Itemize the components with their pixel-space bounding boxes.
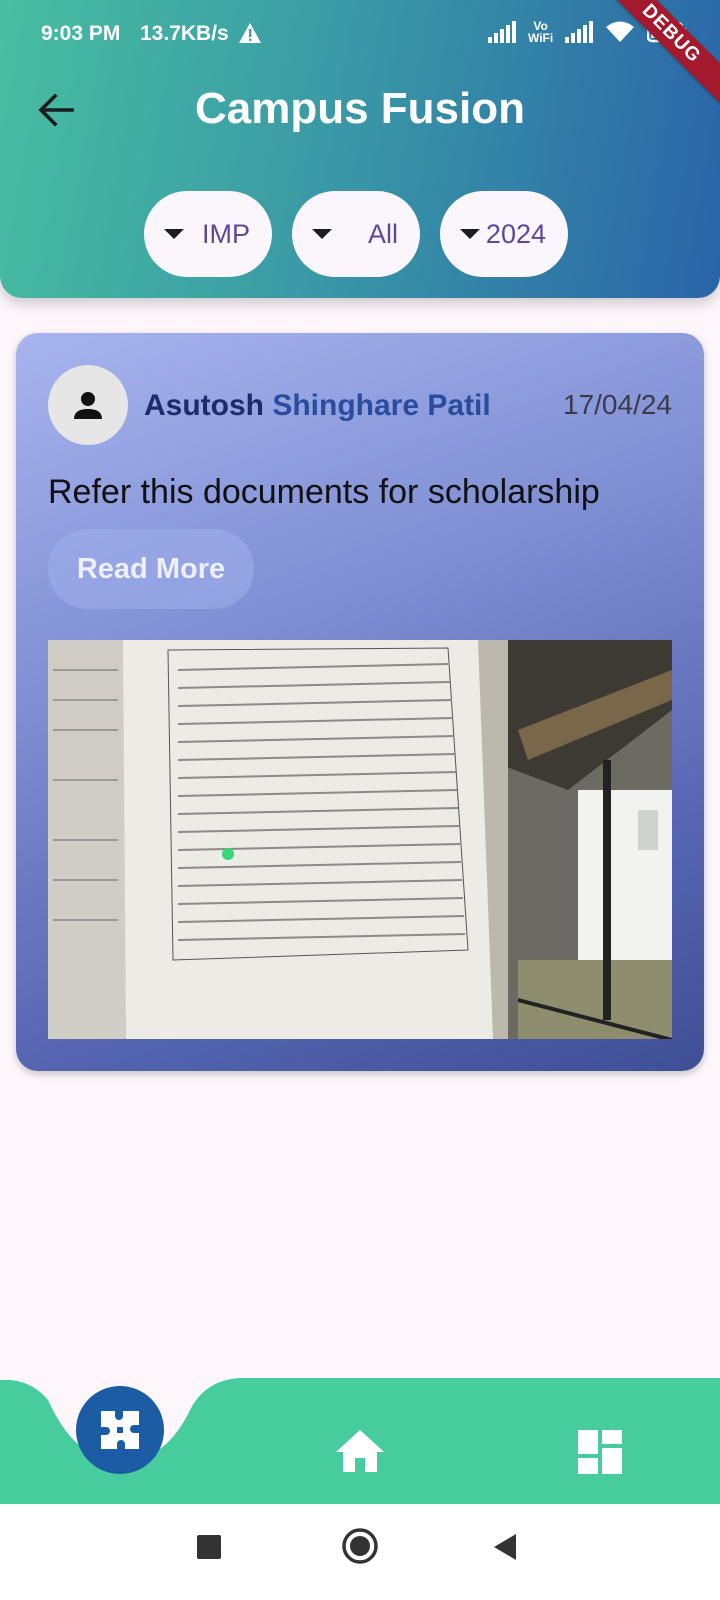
- vowifi-icon: Vo WiFi: [528, 19, 554, 45]
- filter-bar: IMP All 2024: [144, 191, 568, 277]
- puzzle-icon: [101, 1411, 139, 1449]
- system-navigation-bar: [0, 1504, 720, 1600]
- warning-icon: [238, 22, 262, 49]
- filter-dropdown-year[interactable]: 2024: [440, 191, 568, 277]
- home-system-button[interactable]: [340, 1526, 380, 1571]
- dashboard-icon: [578, 1430, 622, 1474]
- bottom-navigation: [0, 1350, 720, 1510]
- status-bar: 9:03 PM 13.7KB/s Vo WiFi: [0, 0, 720, 70]
- back-system-button[interactable]: [492, 1532, 518, 1567]
- square-icon: [197, 1535, 221, 1559]
- app-header: 9:03 PM 13.7KB/s Vo WiFi DEBUG Campus Fus…: [0, 0, 720, 298]
- caret-down-icon: [164, 229, 184, 239]
- filter-dropdown-category[interactable]: IMP: [144, 191, 272, 277]
- network-speed: 13.7KB/s: [140, 22, 229, 45]
- signal-icon: [488, 21, 516, 43]
- post-date: 17/04/24: [563, 389, 672, 420]
- filter-value: IMP: [201, 218, 250, 249]
- signal-2-icon: [565, 21, 594, 43]
- post-text: Refer this documents for scholarship: [48, 473, 600, 511]
- person-icon: [74, 392, 102, 419]
- caret-down-icon: [460, 229, 480, 239]
- nav-dashboard-button[interactable]: [578, 1430, 622, 1479]
- triangle-back-icon: [494, 1534, 516, 1560]
- caret-down-icon: [312, 229, 332, 239]
- filter-value: All: [367, 218, 398, 249]
- nav-plugin-button[interactable]: [76, 1386, 164, 1474]
- post-card[interactable]: Asutosh Shinghare Patil 17/04/24 Refer t…: [16, 333, 704, 1071]
- recents-button[interactable]: [196, 1534, 222, 1565]
- circle-icon: [342, 1528, 378, 1564]
- nav-home-button[interactable]: [334, 1428, 386, 1479]
- filter-value: 2024: [485, 218, 546, 249]
- page-title: Campus Fusion: [194, 84, 526, 133]
- avatar[interactable]: [48, 365, 128, 445]
- home-icon: [336, 1430, 384, 1472]
- post-author[interactable]: Asutosh Shinghare Patil: [144, 389, 491, 423]
- status-time: 9:03 PM: [41, 22, 121, 45]
- wifi-icon: [606, 21, 635, 42]
- author-last-name: Shinghare Patil: [272, 389, 491, 422]
- author-first-name: Asutosh: [144, 389, 264, 422]
- post-image[interactable]: [48, 640, 672, 1039]
- read-more-button[interactable]: Read More: [48, 529, 254, 609]
- filter-dropdown-department[interactable]: All: [292, 191, 420, 277]
